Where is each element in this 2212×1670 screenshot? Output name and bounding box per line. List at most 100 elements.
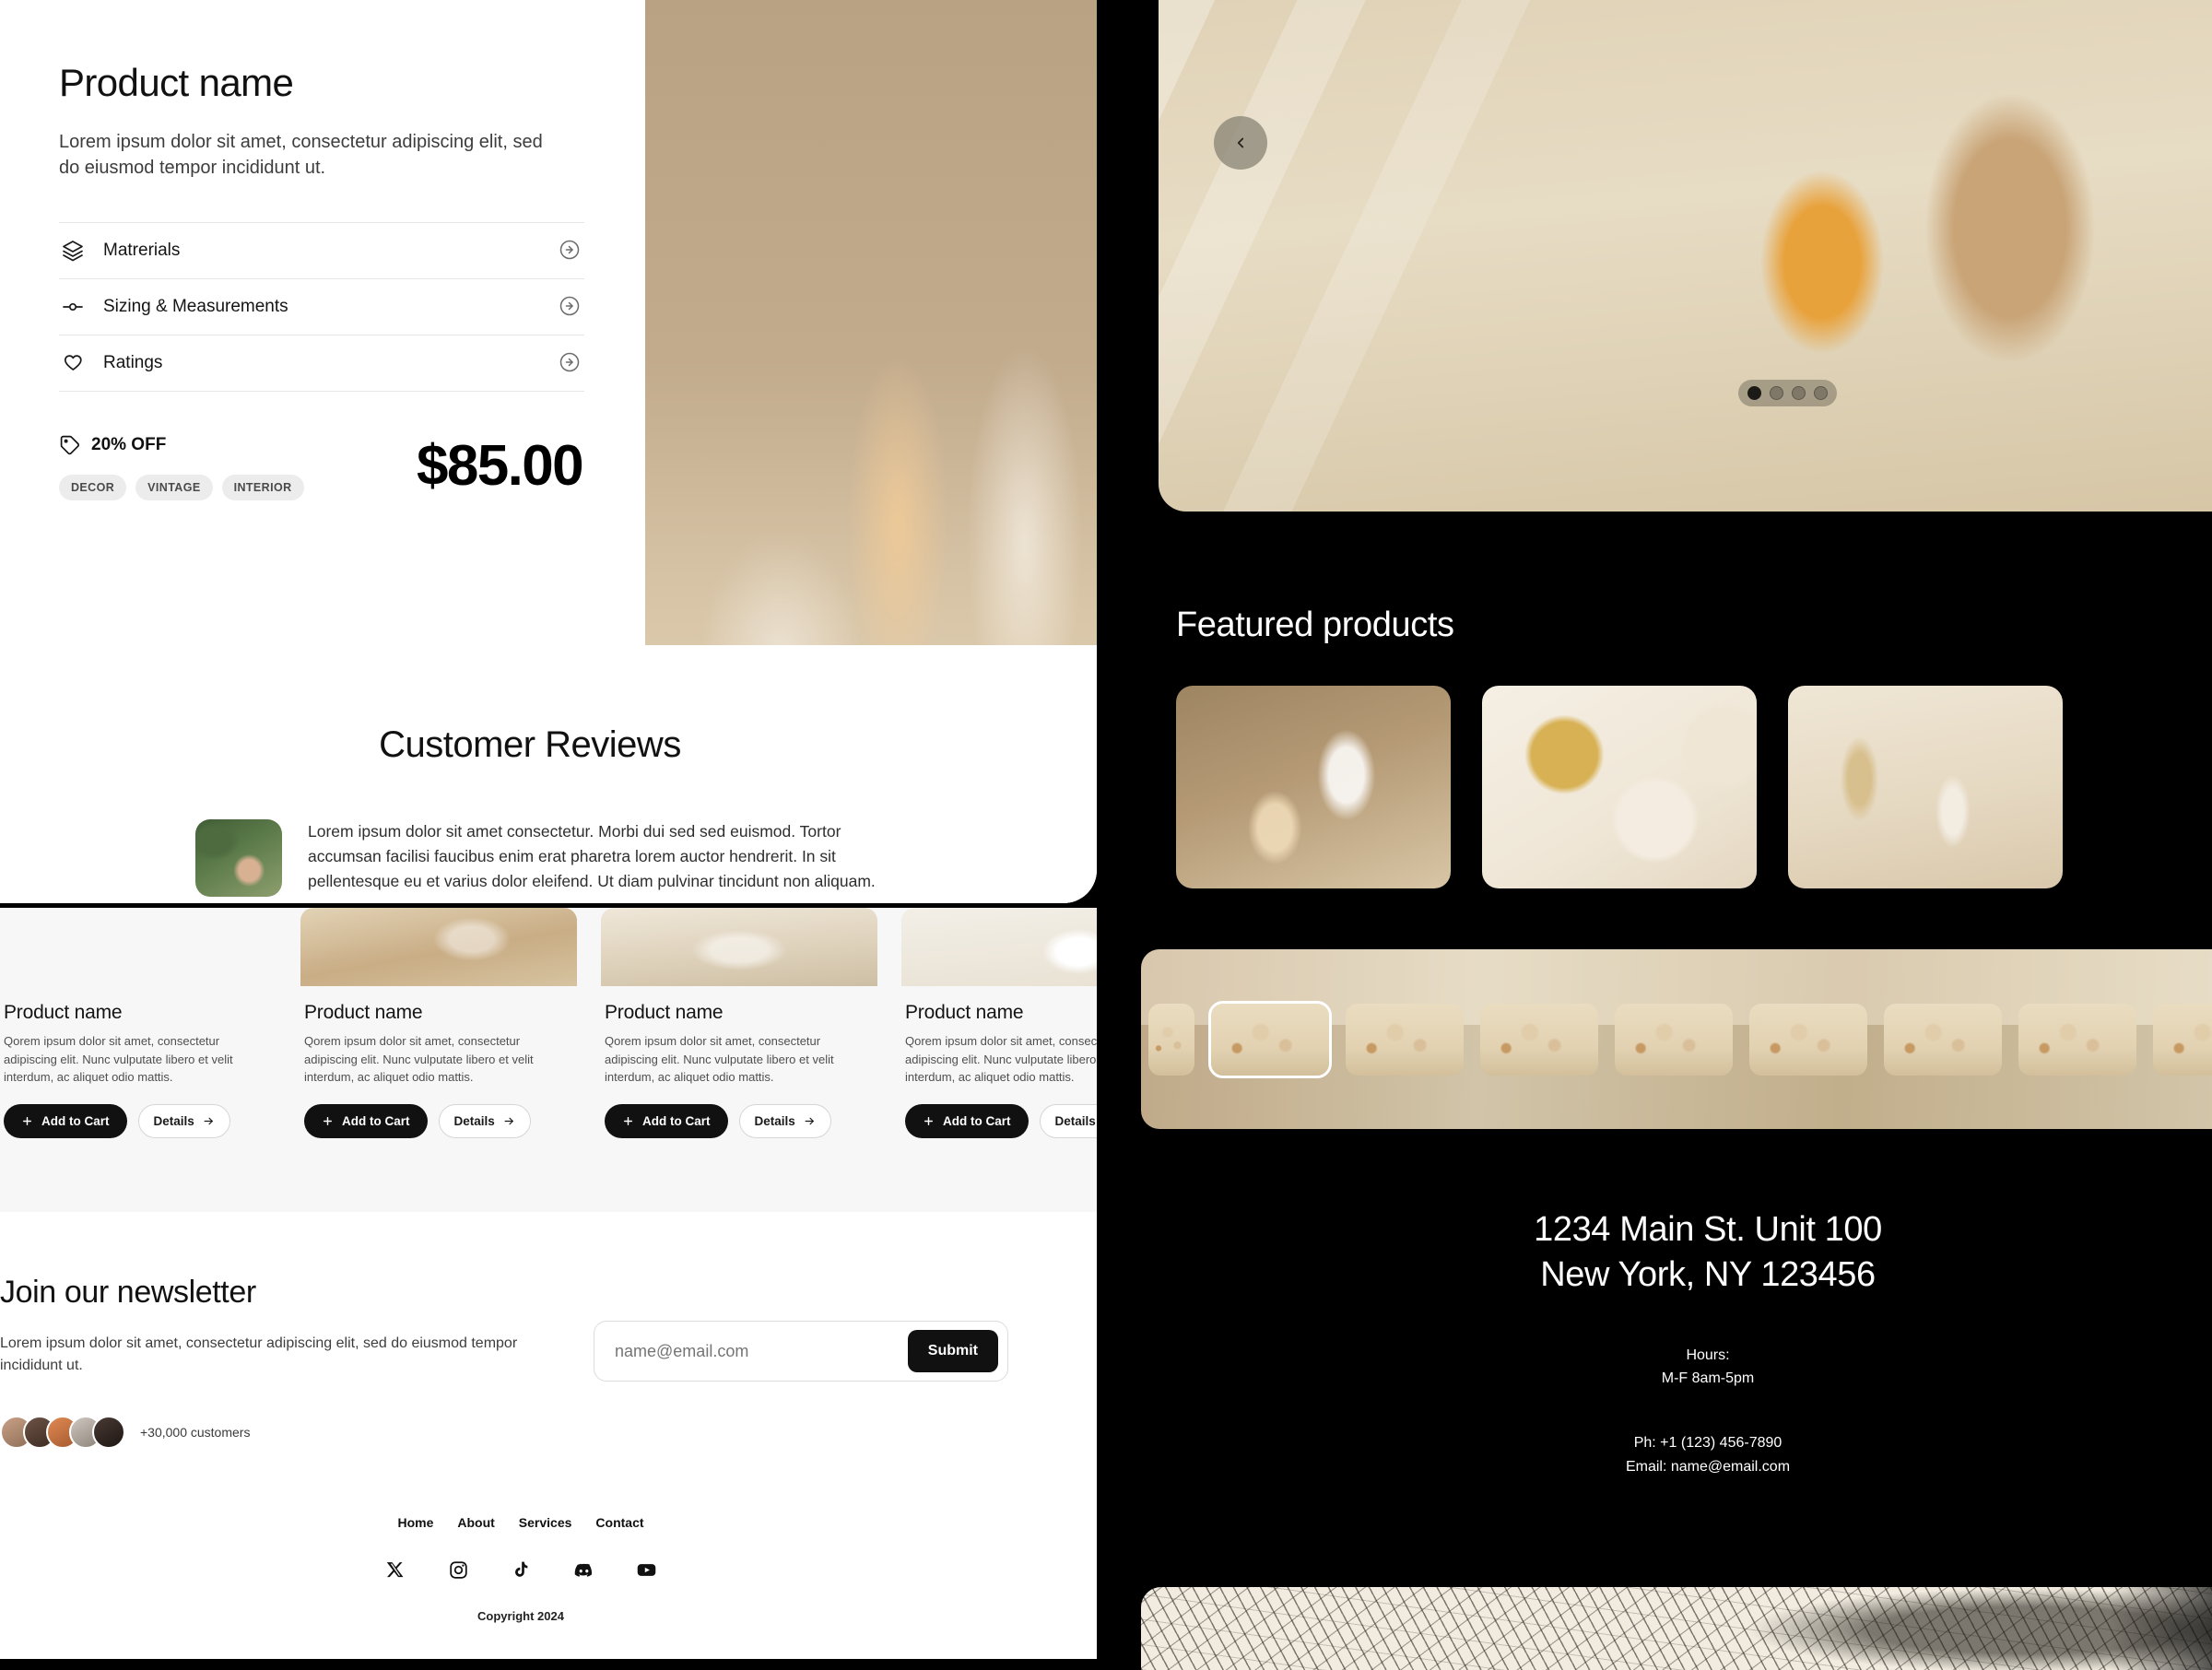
product-card-title: Product name	[4, 1002, 123, 1023]
address-line-2: New York, NY 123456	[1540, 1254, 1876, 1294]
add-to-cart-label: Add to Cart	[41, 1113, 110, 1128]
newsletter-title: Join our newsletter	[0, 1275, 256, 1310]
contact-section: 1234 Main St. Unit 100 New York, NY 1234…	[1141, 1152, 2212, 1558]
details-label: Details	[153, 1113, 194, 1128]
plus-icon	[624, 1116, 632, 1125]
carousel-dot[interactable]	[1792, 386, 1806, 400]
thumbnail-item[interactable]	[1884, 1003, 2002, 1076]
details-button[interactable]: Details	[137, 1103, 230, 1138]
customers-count: +30,000 customers	[140, 1425, 251, 1440]
newsletter-form[interactable]: Submit	[594, 1321, 1008, 1382]
arrow-right-icon	[204, 1117, 213, 1124]
address-block: 1234 Main St. Unit 100 New York, NY 1234…	[1141, 1152, 2212, 1297]
chevron-left-icon	[1237, 137, 1244, 148]
carousel-dot[interactable]	[1770, 386, 1783, 400]
spec-row-sizing[interactable]: Sizing & Measurements	[59, 279, 584, 335]
featured-products-section: Featured products	[1141, 576, 2212, 899]
thumbnail-item[interactable]	[1480, 1003, 1598, 1076]
featured-card[interactable]	[1176, 686, 1451, 888]
thumbnail-item[interactable]	[1346, 1003, 1464, 1076]
submit-button[interactable]: Submit	[907, 1330, 998, 1372]
details-button[interactable]: Details	[438, 1103, 531, 1138]
spec-label: Ratings	[103, 352, 163, 372]
carousel-prev-button[interactable]	[1214, 116, 1267, 170]
product-card[interactable]: Product name Qorem ipsum dolor sit amet,…	[601, 908, 877, 1138]
product-card-title: Product name	[304, 1002, 423, 1023]
details-button[interactable]: Details	[1039, 1103, 1097, 1138]
product-card-image	[0, 908, 276, 986]
carousel-dot[interactable]	[1747, 386, 1761, 400]
add-to-cart-button[interactable]: Add to Cart	[304, 1103, 428, 1138]
add-to-cart-button[interactable]: Add to Cart	[605, 1103, 728, 1138]
details-label: Details	[453, 1113, 495, 1128]
featured-card[interactable]	[1482, 686, 1757, 888]
product-card[interactable]: Product name Qorem ipsum dolor sit amet,…	[901, 908, 1097, 1138]
address-line-1: 1234 Main St. Unit 100	[1534, 1210, 1882, 1249]
footer-link-contact[interactable]: Contact	[595, 1515, 643, 1530]
product-description: Lorem ipsum dolor sit amet, consectetur …	[59, 132, 543, 179]
email-input[interactable]	[615, 1341, 908, 1361]
design-canvas: Featured products Product name Lorem ips…	[0, 0, 2212, 1670]
thumbnail-item[interactable]	[1148, 1003, 1194, 1076]
featured-card[interactable]	[1788, 686, 2063, 888]
carousel-pagination[interactable]	[1738, 380, 1837, 406]
thumbnail-item[interactable]	[2018, 1003, 2136, 1076]
details-button[interactable]: Details	[738, 1103, 831, 1138]
add-to-cart-button[interactable]: Add to Cart	[4, 1103, 127, 1138]
youtube-icon[interactable]	[634, 1558, 658, 1582]
ruler-slider-icon	[61, 295, 85, 319]
location-map[interactable]	[1141, 1587, 2212, 1670]
contact-phone: Ph: +1 (123) 456-7890	[1633, 1434, 1783, 1451]
arrow-right-circle-icon[interactable]	[559, 351, 582, 375]
spec-row-ratings[interactable]: Ratings	[59, 335, 584, 392]
contact-details: Ph: +1 (123) 456-7890 Email: name@email.…	[1141, 1431, 2212, 1479]
layers-icon	[61, 239, 85, 263]
featured-card[interactable]	[2094, 686, 2212, 888]
details-label: Details	[754, 1113, 795, 1128]
discord-icon[interactable]	[571, 1558, 595, 1582]
arrow-right-circle-icon[interactable]	[559, 239, 582, 263]
thumbnail-item[interactable]	[2153, 1003, 2212, 1076]
add-to-cart-label: Add to Cart	[943, 1113, 1011, 1128]
plus-icon	[23, 1116, 31, 1125]
product-card-description: Qorem ipsum dolor sit amet, consectetur …	[4, 1034, 233, 1084]
spec-row-materials[interactable]: Matrerials	[59, 223, 584, 279]
tiktok-icon[interactable]	[509, 1558, 533, 1582]
footer-link-home[interactable]: Home	[397, 1515, 433, 1530]
tag-chip[interactable]: INTERIOR	[221, 474, 304, 500]
product-tags: DECOR VINTAGE INTERIOR	[59, 474, 417, 500]
discount-badge: 20% OFF	[59, 434, 417, 456]
instagram-icon[interactable]	[446, 1558, 470, 1582]
details-label: Details	[1054, 1113, 1096, 1128]
add-to-cart-button[interactable]: Add to Cart	[905, 1103, 1029, 1138]
featured-products-strip[interactable]	[1141, 645, 2212, 888]
product-spec-list: Matrerials Sizing & Measurements Ratings	[59, 221, 584, 392]
tag-chip[interactable]: VINTAGE	[135, 474, 213, 500]
tag-chip[interactable]: DECOR	[59, 474, 127, 500]
spec-label: Sizing & Measurements	[103, 296, 288, 316]
carousel-dot[interactable]	[1814, 386, 1828, 400]
add-to-cart-label: Add to Cart	[342, 1113, 410, 1128]
product-card-image	[901, 908, 1097, 986]
thumbnail-item-selected[interactable]	[1208, 1000, 1332, 1078]
plus-icon	[324, 1116, 332, 1125]
thumbnail-item[interactable]	[1749, 1003, 1867, 1076]
product-card[interactable]: Product name Qorem ipsum dolor sit amet,…	[300, 908, 577, 1138]
arrow-right-circle-icon[interactable]	[559, 295, 582, 319]
arrow-right-icon	[504, 1117, 513, 1124]
x-icon[interactable]	[383, 1558, 407, 1582]
thumbnail-item[interactable]	[1615, 1003, 1733, 1076]
footer-link-services[interactable]: Services	[519, 1515, 572, 1530]
review-text: Lorem ipsum dolor sit amet consectetur. …	[308, 822, 876, 891]
thumbnail-track[interactable]	[1141, 949, 2212, 1129]
product-card-description: Qorem ipsum dolor sit amet, consectetur …	[905, 1034, 1097, 1084]
footer: Home About Services Contact Copyright 20…	[0, 1449, 1097, 1623]
product-card[interactable]: Product name Qorem ipsum dolor sit amet,…	[0, 908, 276, 1138]
customer-avatars	[0, 1416, 125, 1449]
avatar	[92, 1416, 125, 1449]
page-title: Product name	[59, 61, 294, 104]
footer-link-about[interactable]: About	[457, 1515, 494, 1530]
arrow-right-icon	[805, 1117, 814, 1124]
thumbnail-carousel[interactable]	[1141, 949, 2212, 1129]
newsletter-footer-panel: Join our newsletter Lorem ipsum dolor si…	[0, 1212, 1097, 1659]
